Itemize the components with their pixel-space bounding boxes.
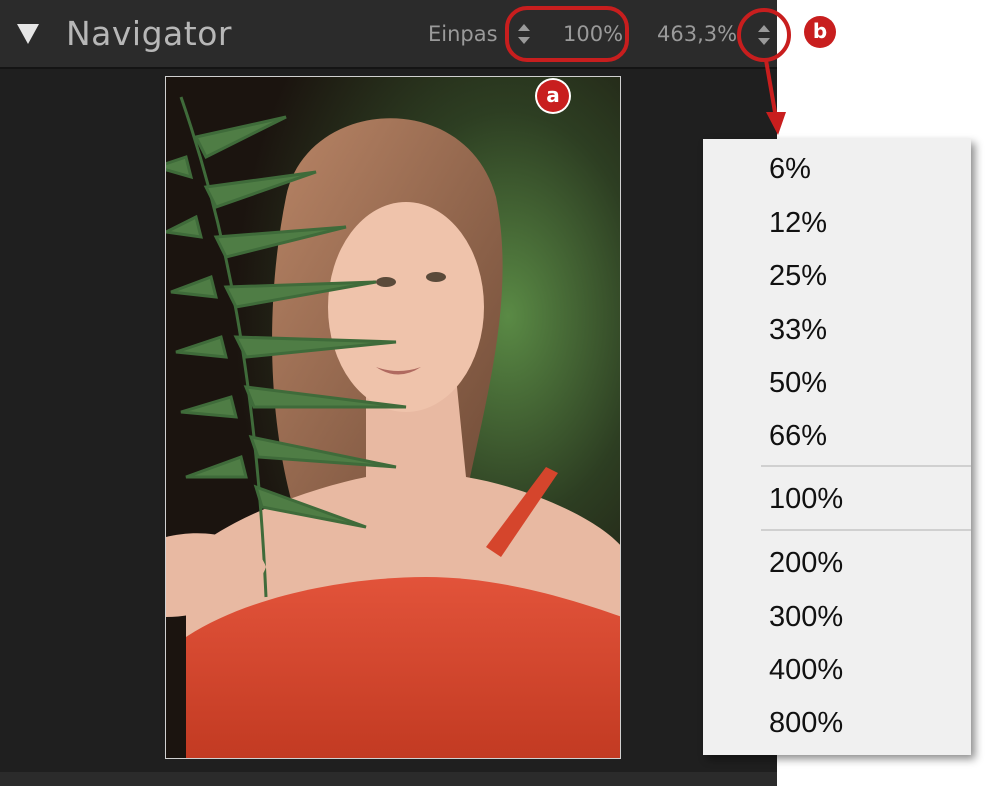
fit-zoom-option[interactable]: Einpas bbox=[428, 22, 498, 46]
menu-item-zoom[interactable]: 100% bbox=[769, 483, 843, 516]
panel-footer bbox=[0, 772, 777, 786]
menu-item-zoom[interactable]: 50% bbox=[769, 367, 827, 400]
zoom-dropdown-menu[interactable]: 6% 12% 25% 33% 50% 66% 100% 200% 300% 40… bbox=[703, 139, 971, 755]
menu-item-zoom[interactable]: 25% bbox=[769, 260, 827, 293]
annotation-ring-b bbox=[737, 8, 791, 62]
navigator-panel: Navigator Einpas 100% 463,3% bbox=[0, 0, 777, 786]
menu-item-zoom[interactable]: 66% bbox=[769, 420, 827, 453]
menu-item-zoom[interactable]: 400% bbox=[769, 654, 843, 687]
menu-item-zoom[interactable]: 200% bbox=[769, 547, 843, 580]
annotation-ring-a bbox=[505, 6, 629, 62]
menu-separator bbox=[761, 529, 971, 531]
panel-title: Navigator bbox=[66, 14, 232, 53]
navigator-preview-image[interactable] bbox=[165, 76, 621, 759]
menu-separator bbox=[761, 465, 971, 467]
navigator-header[interactable]: Navigator Einpas 100% 463,3% bbox=[0, 0, 777, 69]
menu-item-zoom[interactable]: 6% bbox=[769, 153, 811, 186]
menu-item-zoom[interactable]: 12% bbox=[769, 207, 827, 240]
annotation-badge-a: a bbox=[537, 80, 569, 112]
menu-item-zoom[interactable]: 33% bbox=[769, 314, 827, 347]
custom-zoom-option[interactable]: 463,3% bbox=[657, 22, 737, 46]
menu-item-zoom[interactable]: 300% bbox=[769, 601, 843, 634]
annotation-badge-b: b bbox=[804, 16, 836, 48]
collapse-triangle-icon[interactable] bbox=[17, 24, 39, 44]
menu-item-zoom[interactable]: 800% bbox=[769, 707, 843, 740]
